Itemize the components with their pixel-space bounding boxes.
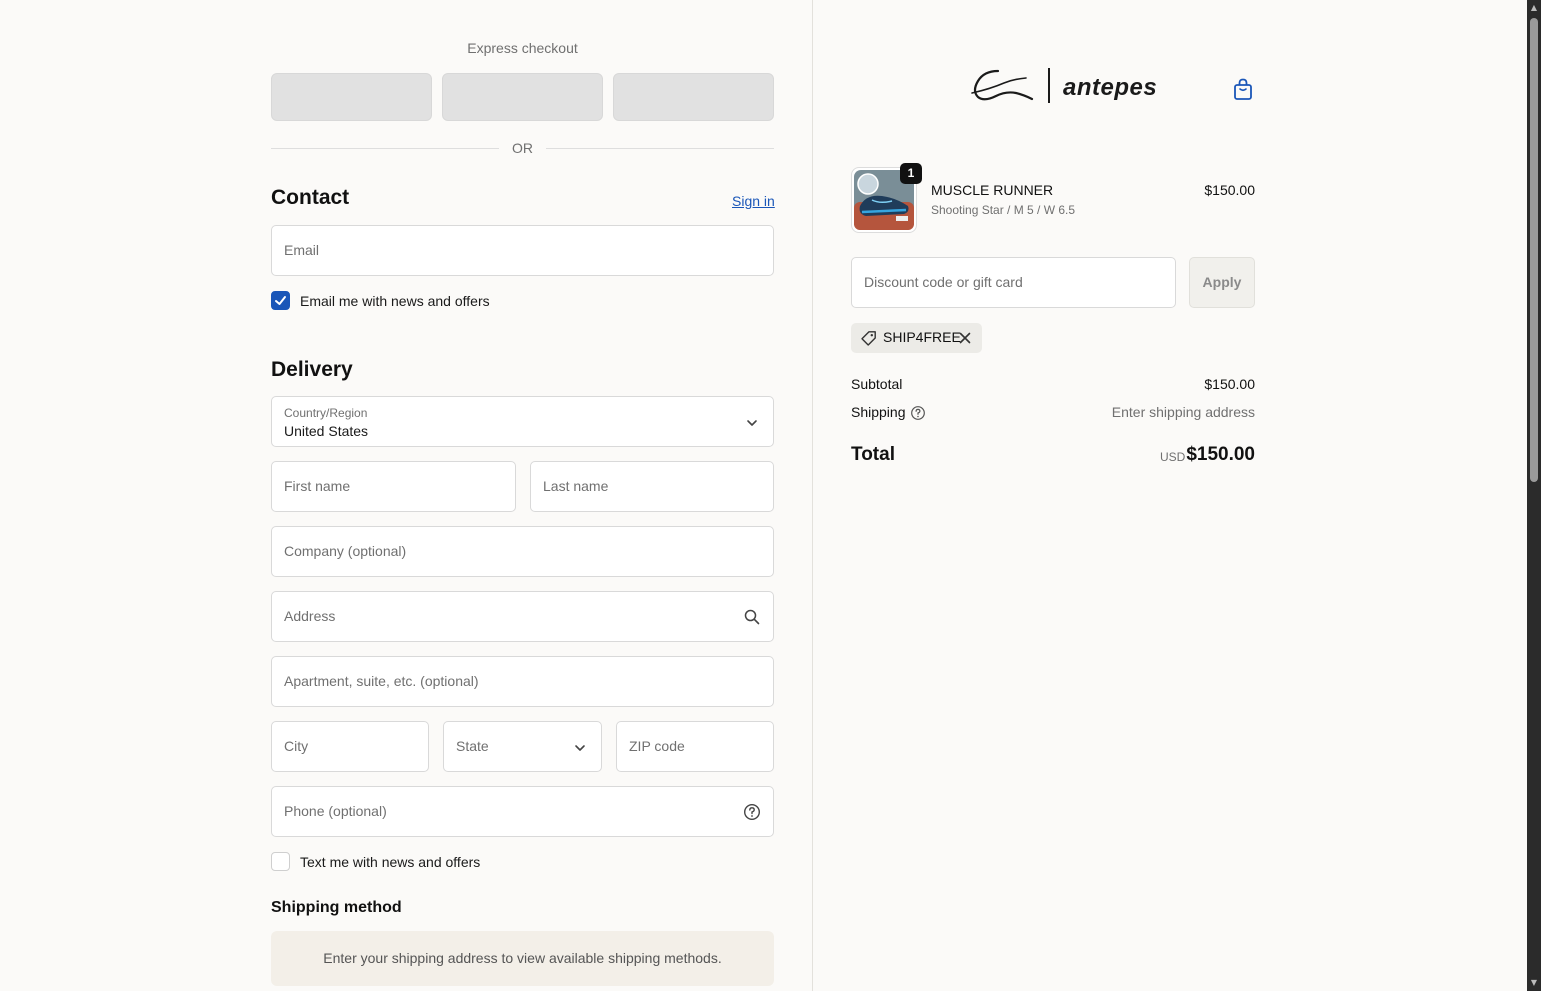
zip-placeholder: ZIP code <box>629 738 685 754</box>
zip-field[interactable]: ZIP code <box>616 721 774 772</box>
phone-placeholder: Phone (optional) <box>284 803 387 819</box>
newsletter-label: Email me with news and offers <box>300 293 490 309</box>
or-divider-text: OR <box>512 140 533 156</box>
subtotal-label: Subtotal <box>851 376 903 392</box>
help-circle-icon[interactable] <box>910 405 926 421</box>
discount-code-text: SHIP4FREE <box>883 329 961 345</box>
shipping-method-message: Enter your shipping address to view avai… <box>323 950 722 966</box>
contact-heading: Contact <box>271 186 350 209</box>
order-summary-panel <box>812 0 1527 991</box>
scrollbar-thumb[interactable] <box>1530 18 1538 482</box>
scroll-down-arrow[interactable]: ▼ <box>1527 976 1541 990</box>
country-label: Country/Region <box>284 406 368 420</box>
quantity-badge: 1 <box>900 163 922 184</box>
last-name-placeholder: Last name <box>543 478 609 494</box>
brand-logo-mark <box>971 69 1034 101</box>
address-field[interactable]: Address <box>271 591 774 642</box>
chevron-down-icon <box>575 745 585 751</box>
tag-icon <box>861 331 876 346</box>
express-checkout-label: Express checkout <box>467 40 578 56</box>
express-pay-button-2[interactable] <box>442 73 603 121</box>
sign-in-link[interactable]: Sign in <box>732 193 775 209</box>
apartment-field[interactable]: Apartment, suite, etc. (optional) <box>271 656 774 707</box>
apartment-placeholder: Apartment, suite, etc. (optional) <box>284 673 479 689</box>
apply-discount-button[interactable]: Apply <box>1189 257 1255 308</box>
company-field[interactable]: Company (optional) <box>271 526 774 577</box>
last-name-field[interactable]: Last name <box>530 461 774 512</box>
city-field[interactable]: City <box>271 721 429 772</box>
discount-tag: SHIP4FREE <box>851 323 982 353</box>
shipping-label: Shipping <box>851 404 906 420</box>
discount-code-field[interactable]: Discount code or gift card <box>851 257 1176 308</box>
brand-wordmark: antepes <box>1063 74 1158 101</box>
first-name-field[interactable]: First name <box>271 461 516 512</box>
email-placeholder: Email <box>284 242 320 258</box>
first-name-placeholder: First name <box>284 478 351 494</box>
shipping-method-notice: Enter your shipping address to view avai… <box>271 931 774 986</box>
checkmark-icon <box>275 296 286 305</box>
shipping-value: Enter shipping address <box>1111 404 1255 420</box>
divider-right <box>546 148 774 149</box>
search-icon[interactable] <box>743 608 761 626</box>
product-variant: Shooting Star / M 5 / W 6.5 <box>931 203 1076 217</box>
state-placeholder: State <box>456 738 489 754</box>
city-placeholder: City <box>284 738 309 754</box>
help-circle-icon[interactable] <box>743 803 761 821</box>
divider-left <box>271 148 499 149</box>
shopping-bag-icon[interactable] <box>1231 77 1255 101</box>
company-placeholder: Company (optional) <box>284 543 407 559</box>
close-icon[interactable] <box>958 331 972 345</box>
delivery-heading: Delivery <box>271 358 353 381</box>
country-select[interactable]: Country/Region United States <box>271 396 774 447</box>
chevron-down-icon <box>747 420 757 426</box>
newsletter-checkbox[interactable] <box>271 291 290 310</box>
total-value: $150.00 <box>1186 444 1255 465</box>
shipping-method-heading: Shipping method <box>271 899 402 916</box>
express-pay-button-1[interactable] <box>271 73 432 121</box>
checkout-form-panel: Express checkout OR Contact Sign in Emai… <box>0 0 812 991</box>
currency-code: USD <box>1160 450 1186 464</box>
page-scrollbar[interactable]: ▲ ▼ <box>1527 0 1541 991</box>
email-field[interactable]: Email <box>271 225 774 276</box>
address-placeholder: Address <box>284 608 336 624</box>
product-name: MUSCLE RUNNER <box>931 182 1054 198</box>
state-select[interactable]: State <box>443 721 602 772</box>
sms-checkbox[interactable] <box>271 852 290 871</box>
scroll-up-arrow[interactable]: ▲ <box>1527 1 1541 15</box>
discount-placeholder: Discount code or gift card <box>864 274 1023 290</box>
total-label: Total <box>851 444 895 465</box>
subtotal-value: $150.00 <box>1204 376 1255 392</box>
phone-field[interactable]: Phone (optional) <box>271 786 774 837</box>
express-pay-button-3[interactable] <box>613 73 774 121</box>
sms-label: Text me with news and offers <box>300 854 481 870</box>
product-price: $150.00 <box>1204 182 1255 198</box>
logo-divider <box>1048 68 1050 103</box>
country-value: United States <box>284 423 369 439</box>
